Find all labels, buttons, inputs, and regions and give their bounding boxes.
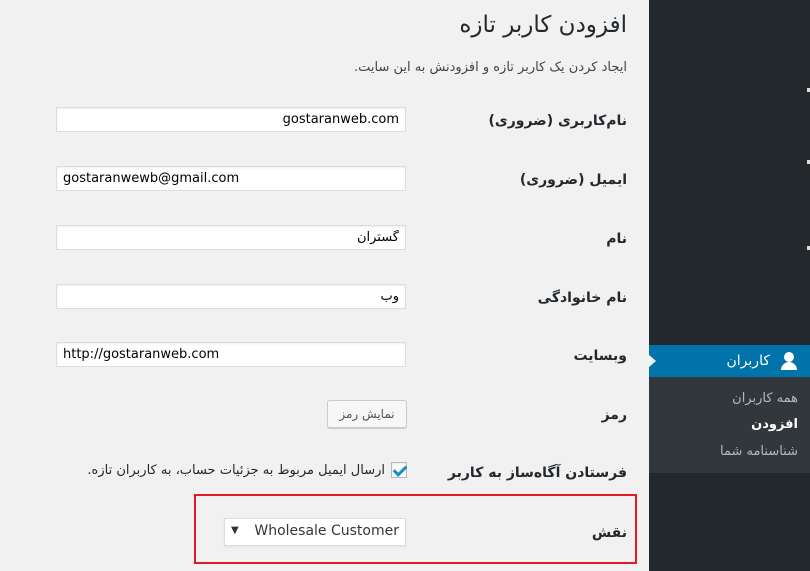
main-content: افزودن کاربر تازه ایجاد کردن یک کاربر تا… [0,0,649,571]
page-title: افزودن کاربر تازه [459,12,627,38]
sidebar-item-users-label: کاربران [726,353,770,369]
role-label: نقش [591,525,627,541]
role-select[interactable]: ▼ Wholesale Customer [224,518,406,546]
website-label: وبسایت [573,348,627,364]
page-description: ایجاد کردن یک کاربر تازه و افزودنش به ای… [353,60,627,75]
submenu-item-your-profile[interactable]: شناسنامه شما [720,444,798,459]
show-password-button[interactable]: نمایش رمز [327,400,407,428]
notify-label: فرستادن آگاه‌ساز به کاربر [447,465,627,481]
website-input[interactable] [56,342,406,367]
last-name-input[interactable] [56,284,406,309]
email-input[interactable] [56,166,406,191]
first-name-input[interactable] [56,225,406,250]
last-name-label: نام خانوادگی [537,290,627,306]
username-input[interactable] [56,107,406,132]
password-label: رمز [601,407,627,423]
current-menu-pointer [648,354,656,368]
role-selected-value: Wholesale Customer [254,523,399,539]
notify-checkbox-label: ارسال ایمیل مربوط به جزئیات حساب، به کار… [87,462,385,478]
user-icon [780,352,798,370]
dropdown-arrow-icon: ▼ [231,525,239,536]
sidebar-item-users[interactable]: کاربران [648,345,810,377]
submenu-item-add-new[interactable]: افزودن [751,417,798,432]
submenu-item-all-users[interactable]: همه کاربران [732,391,798,406]
notify-checkbox-row[interactable]: ارسال ایمیل مربوط به جزئیات حساب، به کار… [87,462,407,478]
email-label: ایمیل (ضروری) [519,172,627,188]
notify-checkbox[interactable] [391,462,407,478]
first-name-label: نام [606,231,627,247]
users-submenu: همه کاربران افزودن شناسنامه شما [649,377,810,473]
admin-sidebar: کاربران همه کاربران افزودن شناسنامه شما [648,0,810,571]
username-label: نام‌کاربری (ضروری) [488,113,627,129]
